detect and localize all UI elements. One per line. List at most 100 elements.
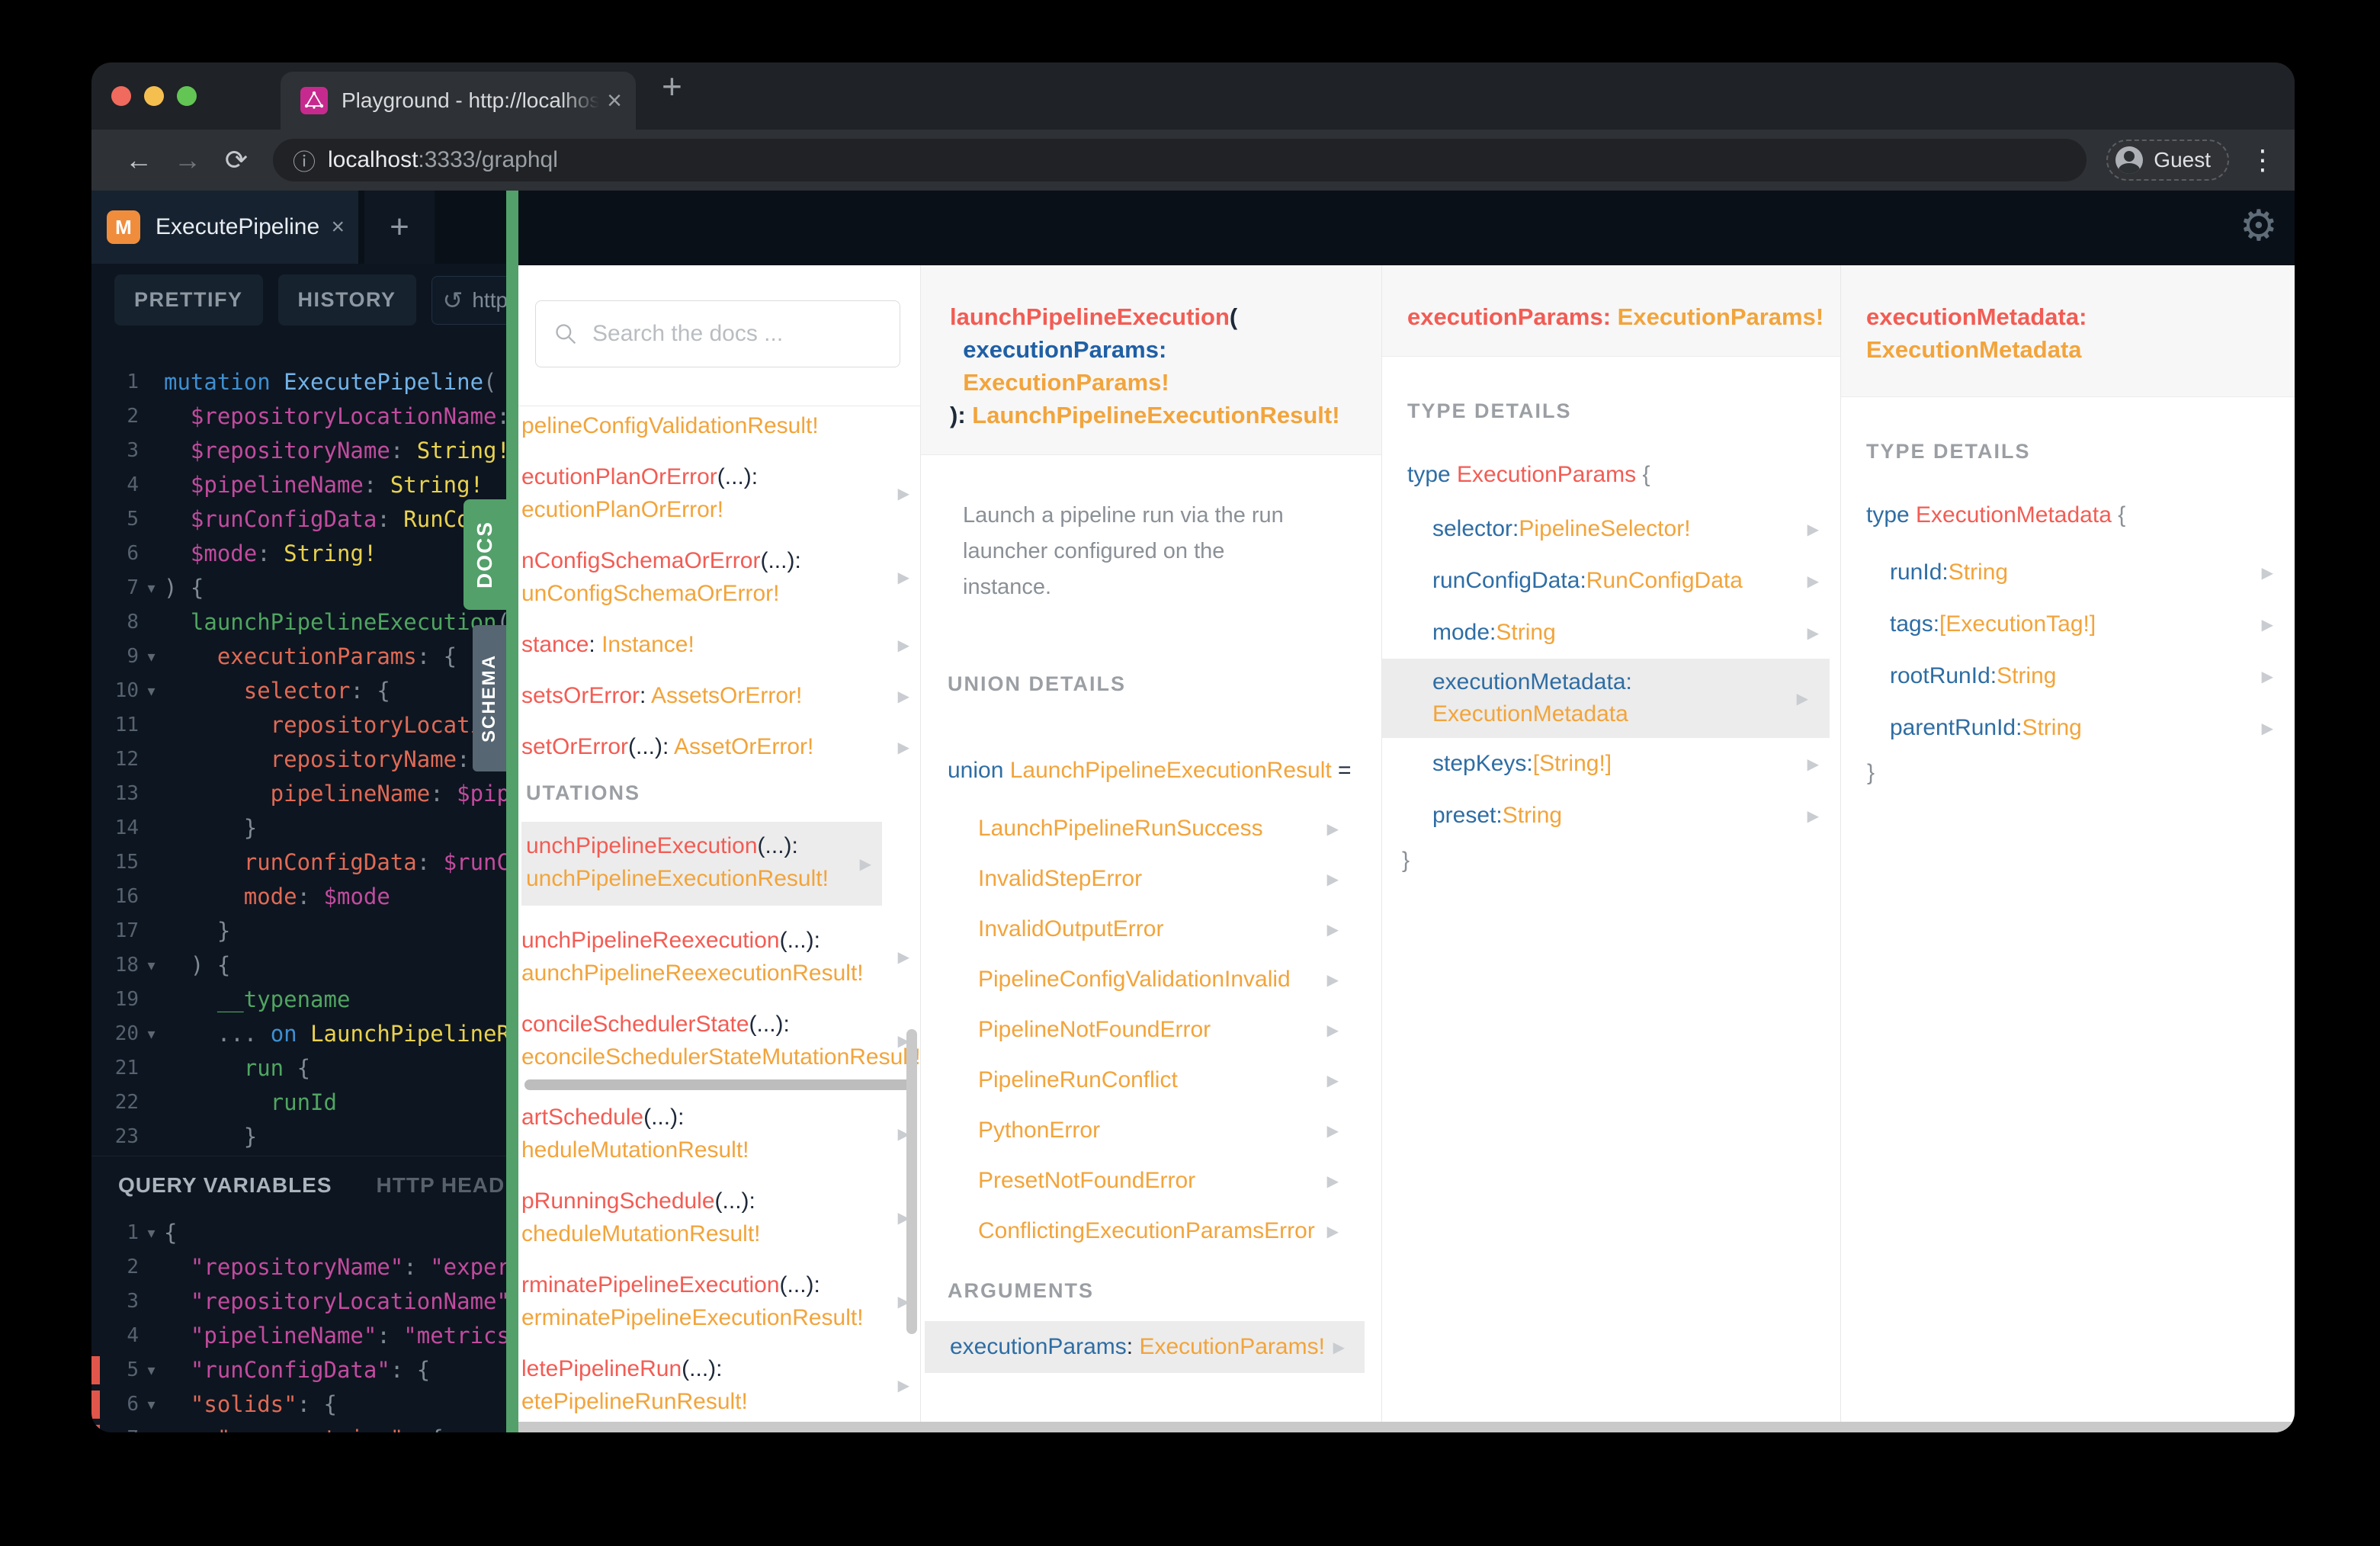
chevron-right-icon[interactable]: ▶ [898,738,909,756]
union-member[interactable]: InvalidOutputError ▶ [921,904,1381,954]
doc-item[interactable]: unchPipelineExecution(...): unchPipelineE… [521,822,882,906]
chevron-right-icon[interactable]: ▶ [898,687,909,705]
chevron-right-icon[interactable]: ▶ [1333,1338,1345,1356]
settings-gear-icon[interactable]: ⚙ [2240,201,2278,251]
union-member[interactable]: PythonError ▶ [921,1105,1381,1156]
doc-item[interactable]: setOrError(...): AssetOrError! ▶ [521,730,920,763]
fold-icon[interactable]: ▾ [139,948,164,983]
playground-new-tab-button[interactable]: + [364,191,435,264]
endpoint-input[interactable]: ↺ http://localhost:3333/graphql [431,275,506,325]
reload-icon[interactable]: ⟳ [212,144,261,176]
fold-icon[interactable]: ▾ [139,674,164,708]
close-window-button[interactable] [111,86,131,106]
chevron-right-icon[interactable]: ▶ [1327,1121,1339,1140]
browser-tab[interactable]: Playground - http://localhost:3333/graph… [281,72,636,130]
doc-item[interactable]: pRunningSchedule(...): cheduleMutationRes… [521,1185,920,1250]
chevron-right-icon[interactable]: ▶ [1327,1172,1339,1190]
chevron-right-icon[interactable]: ▶ [1807,624,1819,642]
union-member[interactable]: PresetNotFoundError ▶ [921,1156,1381,1206]
playground-tab-close-icon[interactable]: × [331,214,345,240]
doc-item[interactable]: nConfigSchemaOrError(...): unConfigSchema… [521,544,920,610]
union-member[interactable]: PipelineNotFoundError ▶ [921,1005,1381,1055]
type-field[interactable]: executionMetadata: ExecutionMetadata ▶ [1382,659,1830,738]
type-field[interactable]: mode: String ▶ [1382,607,1840,659]
doc-item[interactable]: letePipelineRun(...): etePipelineRunResul… [521,1352,920,1418]
doc-item[interactable]: rminatePipelineExecution(...): erminatePi… [521,1269,920,1334]
fold-icon[interactable]: ▾ [139,1216,164,1250]
fold-icon[interactable]: ▾ [139,1422,164,1432]
chevron-right-icon[interactable]: ▶ [898,636,909,654]
docs-search-box[interactable] [535,300,900,367]
union-member[interactable]: PipelineConfigValidationInvalid ▶ [921,954,1381,1005]
docs-divider[interactable] [506,191,518,1432]
horizontal-scrollbar[interactable] [524,1079,913,1090]
schema-tab[interactable]: SCHEMA [473,625,506,771]
chevron-right-icon[interactable]: ▶ [898,568,909,586]
back-icon[interactable]: ← [114,144,163,176]
chevron-right-icon[interactable]: ▶ [898,948,909,966]
minimize-window-button[interactable] [144,86,164,106]
fold-icon[interactable]: ▾ [139,1017,164,1051]
chevron-right-icon[interactable]: ▶ [1327,970,1339,989]
type-field[interactable]: selector: PipelineSelector! ▶ [1382,503,1840,555]
type-field[interactable]: preset: String ▶ [1382,790,1840,842]
kebab-menu-icon[interactable]: ⋮ [2249,144,2276,176]
playground-tab[interactable]: M ExecutePipeline × [91,191,358,264]
doc-item[interactable]: artSchedule(...): heduleMutationResult! ▶ [521,1101,920,1166]
tab-http-headers[interactable]: HTTP HEADERS [377,1173,506,1198]
vertical-scrollbar[interactable] [906,1029,917,1334]
address-bar[interactable]: ⓘ localhost:3333/graphql [273,139,2087,181]
doc-item[interactable]: concileSchedulerState(...): econcileSched… [521,1008,920,1073]
union-member[interactable]: PipelineRunConflict ▶ [921,1055,1381,1105]
union-member[interactable]: InvalidStepError ▶ [921,854,1381,904]
chevron-right-icon[interactable]: ▶ [2262,719,2273,737]
chevron-right-icon[interactable]: ▶ [1797,682,1808,714]
chevron-right-icon[interactable]: ▶ [1327,1222,1339,1240]
chevron-right-icon[interactable]: ▶ [1807,807,1819,825]
fold-icon[interactable]: ▾ [139,1387,164,1422]
forward-icon[interactable]: → [163,144,212,176]
docs-tab[interactable]: DOCS [463,499,506,610]
chevron-right-icon[interactable]: ▶ [1807,755,1819,773]
docs-search-input[interactable] [592,321,881,347]
chevron-right-icon[interactable]: ▶ [898,484,909,502]
chevron-right-icon[interactable]: ▶ [1327,870,1339,888]
info-icon[interactable]: ⓘ [293,143,316,177]
chevron-right-icon[interactable]: ▶ [2262,667,2273,685]
fold-icon[interactable]: ▾ [139,571,164,605]
type-field[interactable]: stepKeys: [String!] ▶ [1382,738,1840,790]
doc-item[interactable]: ecutionPlanOrError(...): ecutionPlanOrErr… [521,460,920,526]
chevron-right-icon[interactable]: ▶ [2262,563,2273,582]
type-field[interactable]: parentRunId: String ▶ [1841,702,2295,754]
doc-item[interactable]: stance: Instance! ▶ [521,628,920,661]
new-tab-button[interactable]: + [662,69,682,104]
fold-icon[interactable]: ▾ [139,1353,164,1387]
chevron-right-icon[interactable]: ▶ [1807,520,1819,538]
type-field[interactable]: runId: String ▶ [1841,547,2295,598]
query-editor[interactable]: 1 mutation ExecutePipeline(2 $repositoryL… [91,365,506,1154]
chevron-right-icon[interactable]: ▶ [1327,820,1339,838]
union-member[interactable]: LaunchPipelineRunSuccess ▶ [921,803,1381,854]
restore-history-icon[interactable]: ↺ [443,286,463,315]
variables-editor[interactable]: 1▾{2 "repositoryName": "experimental"3 "… [91,1216,506,1432]
doc-item[interactable]: pelineConfigValidationResult! [521,409,920,442]
chevron-right-icon[interactable]: ▶ [1327,1071,1339,1089]
doc-item[interactable]: setsOrError: AssetsOrError! ▶ [521,679,920,712]
chevron-right-icon[interactable]: ▶ [1327,920,1339,938]
doc-item[interactable]: unchPipelineReexecution(...): aunchPipeli… [521,924,920,990]
type-field[interactable]: tags: [ExecutionTag!] ▶ [1841,598,2295,650]
chevron-right-icon[interactable]: ▶ [898,1376,909,1394]
argument-row-selected[interactable]: executionParams: ExecutionParams! ▶ [925,1321,1365,1373]
union-member[interactable]: ConflictingExecutionParamsError ▶ [921,1206,1381,1256]
chevron-right-icon[interactable]: ▶ [1327,1021,1339,1039]
type-field[interactable]: rootRunId: String ▶ [1841,650,2295,702]
chevron-right-icon[interactable]: ▶ [1807,572,1819,590]
docs-horizontal-scrollbar[interactable] [518,1422,2295,1432]
prettify-button[interactable]: PRETTIFY [114,274,263,326]
profile-button[interactable]: Guest [2106,140,2229,181]
chevron-right-icon[interactable]: ▶ [2262,615,2273,633]
tab-query-variables[interactable]: QUERY VARIABLES [118,1173,332,1198]
type-field[interactable]: runConfigData: RunConfigData ▶ [1382,555,1840,607]
maximize-window-button[interactable] [177,86,197,106]
history-button[interactable]: HISTORY [277,274,416,326]
